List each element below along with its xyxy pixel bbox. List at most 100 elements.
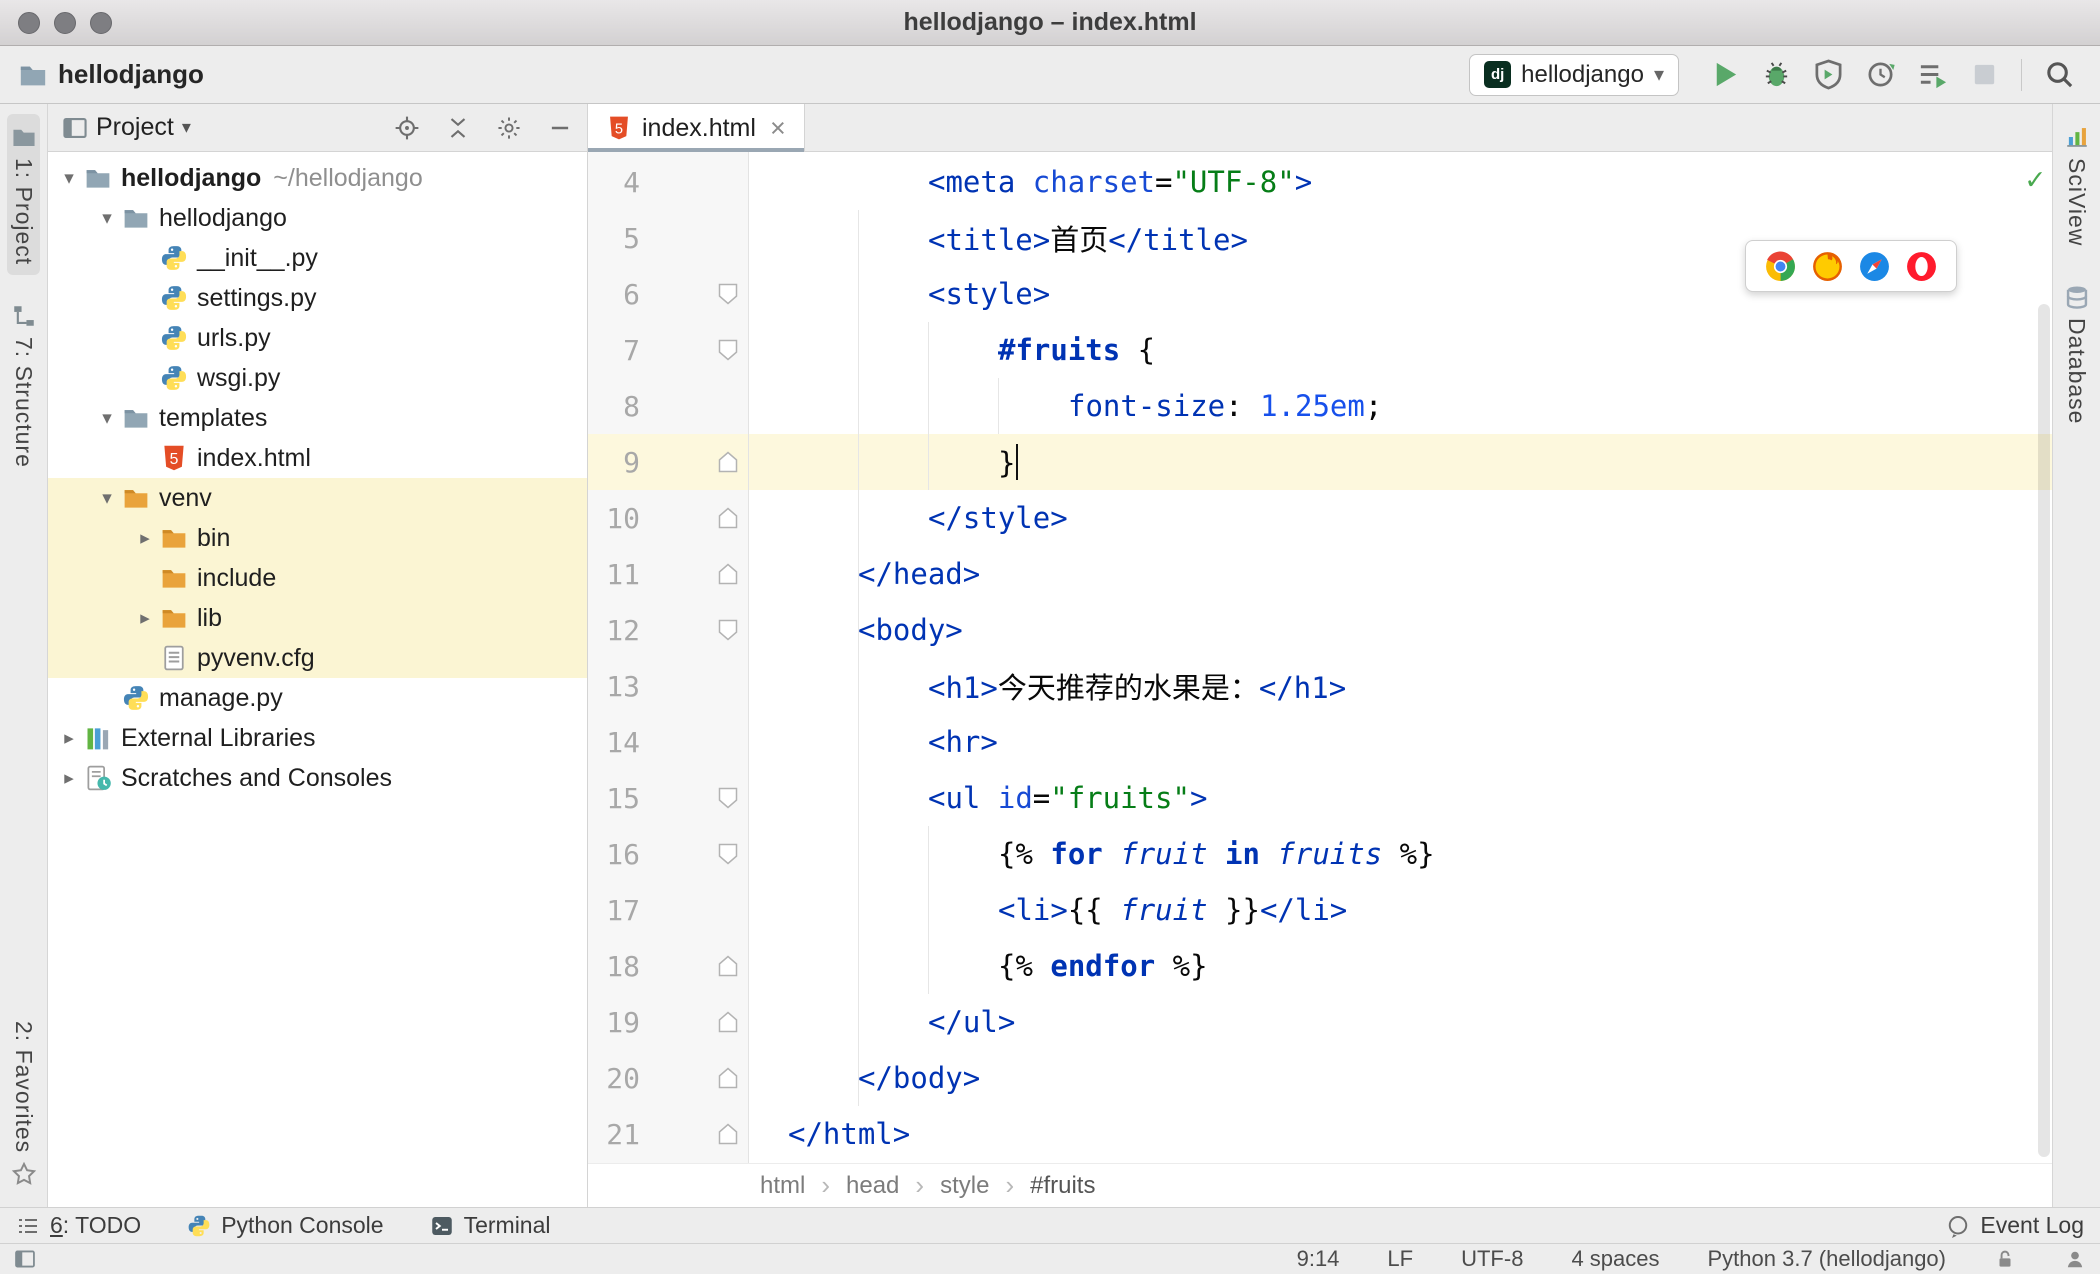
run-button[interactable] <box>1701 55 1747 95</box>
editor-line-10[interactable]: 10 </style> <box>588 490 2052 546</box>
editor-line-16[interactable]: 16 {% for fruit in fruits %} <box>588 826 2052 882</box>
opera-browser-button[interactable] <box>1905 250 1938 283</box>
run-configurations-button[interactable] <box>1909 55 1955 95</box>
fold-marker-down-icon[interactable] <box>718 339 738 361</box>
editor-line-19[interactable]: 19 </ul> <box>588 994 2052 1050</box>
editor-line-12[interactable]: 12 <body> <box>588 602 2052 658</box>
tree-expanded-arrow-icon[interactable]: ▾ <box>92 207 122 230</box>
profiler-button[interactable] <box>1857 55 1903 95</box>
tool-window-toggle-icon[interactable] <box>14 1248 36 1270</box>
tool-button-terminal[interactable]: Terminal <box>430 1212 551 1239</box>
code-text[interactable]: font-size: 1.25em; <box>748 389 1382 423</box>
line-number[interactable]: 7 <box>588 334 640 367</box>
line-number[interactable]: 19 <box>588 1006 640 1039</box>
run-with-coverage-button[interactable] <box>1805 55 1851 95</box>
tree-item-hellodjango[interactable]: ▾ hellodjango ~/hellodjango <box>48 158 587 198</box>
tree-expanded-arrow-icon[interactable]: ▾ <box>54 167 84 190</box>
code-text[interactable]: </ul> <box>748 1005 1015 1039</box>
tool-window-button-database[interactable]: Database <box>2060 274 2093 434</box>
code-text[interactable]: {% for fruit in fruits %} <box>748 837 1435 871</box>
tree-item-manage-py[interactable]: manage.py <box>48 678 587 718</box>
code-text[interactable]: <hr> <box>748 725 998 759</box>
fold-marker-up-icon[interactable] <box>718 1067 738 1089</box>
editor-line-21[interactable]: 21 </html> <box>588 1106 2052 1162</box>
editor-line-9[interactable]: 9} <box>588 434 2052 490</box>
code-text[interactable]: <h1>今天推荐的水果是：</h1> <box>748 665 1346 707</box>
tree-collapsed-arrow-icon[interactable]: ▸ <box>54 767 84 790</box>
tree-item-settings-py[interactable]: settings.py <box>48 278 587 318</box>
tree-item-lib[interactable]: ▸ lib <box>48 598 587 638</box>
editor-line-18[interactable]: 18 {% endfor %} <box>588 938 2052 994</box>
editor-line-15[interactable]: 15 <ul id="fruits"> <box>588 770 2052 826</box>
zoom-window-button[interactable] <box>90 11 112 34</box>
line-number[interactable]: 16 <box>588 838 640 871</box>
breadcrumb-head[interactable]: head <box>846 1172 899 1200</box>
tree-expanded-arrow-icon[interactable]: ▾ <box>92 407 122 430</box>
editor-line-14[interactable]: 14 <hr> <box>588 714 2052 770</box>
tree-collapsed-arrow-icon[interactable]: ▸ <box>54 727 84 750</box>
tool-button-6-todo[interactable]: 6: TODO <box>16 1212 141 1239</box>
debug-button[interactable] <box>1753 55 1799 95</box>
code-text[interactable]: </head> <box>748 557 980 591</box>
run-configuration-select[interactable]: dj hellodjango ▾ <box>1469 53 1679 96</box>
code-text[interactable]: <li>{{ fruit }}</li> <box>748 893 1347 927</box>
line-number[interactable]: 18 <box>588 950 640 983</box>
tool-window-button-1-project[interactable]: 1: Project <box>7 114 40 276</box>
safari-browser-button[interactable] <box>1858 250 1891 283</box>
chrome-browser-button[interactable] <box>1764 250 1797 283</box>
close-window-button[interactable] <box>18 11 40 34</box>
editor-line-13[interactable]: 13 <h1>今天推荐的水果是：</h1> <box>588 658 2052 714</box>
collapse-all-button[interactable] <box>444 114 471 141</box>
fold-marker-down-icon[interactable] <box>718 619 738 641</box>
scrollbar[interactable] <box>2038 304 2050 1157</box>
line-number[interactable]: 6 <box>588 278 640 311</box>
fold-marker-down-icon[interactable] <box>718 843 738 865</box>
line-number[interactable]: 9 <box>588 446 640 479</box>
tree-item-wsgi-py[interactable]: wsgi.py <box>48 358 587 398</box>
line-number[interactable]: 8 <box>588 390 640 423</box>
search-everywhere-button[interactable] <box>2036 55 2082 95</box>
editor-line-17[interactable]: 17 <li>{{ fruit }}</li> <box>588 882 2052 938</box>
line-number[interactable]: 12 <box>588 614 640 647</box>
fold-marker-up-icon[interactable] <box>718 1123 738 1145</box>
tree-item-include[interactable]: include <box>48 558 587 598</box>
line-number[interactable]: 14 <box>588 726 640 759</box>
tree-item-hellodjango[interactable]: ▾ hellodjango <box>48 198 587 238</box>
line-number[interactable]: 5 <box>588 222 640 255</box>
editor-line-8[interactable]: 8 font-size: 1.25em; <box>588 378 2052 434</box>
editor-line-7[interactable]: 7 #fruits { <box>588 322 2052 378</box>
line-number[interactable]: 11 <box>588 558 640 591</box>
tree-item-scratches-and-consoles[interactable]: ▸ Scratches and Consoles <box>48 758 587 798</box>
fold-marker-down-icon[interactable] <box>718 283 738 305</box>
line-number[interactable]: 20 <box>588 1062 640 1095</box>
tree-item-pyvenv-cfg[interactable]: pyvenv.cfg <box>48 638 587 678</box>
tool-window-button-7-structure[interactable]: 7: Structure <box>7 293 40 478</box>
tree-expanded-arrow-icon[interactable]: ▾ <box>92 487 122 510</box>
tree-item-venv[interactable]: ▾ venv <box>48 478 587 518</box>
fold-marker-up-icon[interactable] <box>718 955 738 977</box>
status-4-spaces[interactable]: 4 spaces <box>1571 1246 1659 1272</box>
fold-marker-up-icon[interactable] <box>718 451 738 473</box>
line-number[interactable]: 10 <box>588 502 640 535</box>
tree-item-urls-py[interactable]: urls.py <box>48 318 587 358</box>
tree-collapsed-arrow-icon[interactable]: ▸ <box>130 607 160 630</box>
fold-marker-up-icon[interactable] <box>718 563 738 585</box>
line-number[interactable]: 13 <box>588 670 640 703</box>
editor-line-4[interactable]: 4 <meta charset="UTF-8"> <box>588 154 2052 210</box>
fold-marker-up-icon[interactable] <box>718 1011 738 1033</box>
code-text[interactable]: <style> <box>748 277 1050 311</box>
code-text[interactable]: </body> <box>748 1061 980 1095</box>
editor-line-11[interactable]: 11 </head> <box>588 546 2052 602</box>
tool-window-button-2-favorites[interactable]: 2: Favorites <box>7 1011 40 1197</box>
editor-line-20[interactable]: 20 </body> <box>588 1050 2052 1106</box>
breadcrumb-fruits[interactable]: #fruits <box>1030 1172 1095 1200</box>
event-log-button[interactable]: Event Log <box>1946 1212 2084 1239</box>
code-text[interactable]: <ul id="fruits"> <box>748 781 1207 815</box>
code-text[interactable]: #fruits { <box>748 333 1155 367</box>
project-view-select[interactable]: Project <box>96 113 174 142</box>
code-text[interactable]: <meta charset="UTF-8"> <box>748 165 1312 199</box>
inspections-ok-icon[interactable]: ✓ <box>2026 162 2044 197</box>
status-python-3-7-hellodjango[interactable]: Python 3.7 (hellodjango) <box>1708 1246 1947 1272</box>
code-text[interactable]: } <box>748 444 1019 480</box>
breadcrumb-html[interactable]: html <box>760 1172 805 1200</box>
